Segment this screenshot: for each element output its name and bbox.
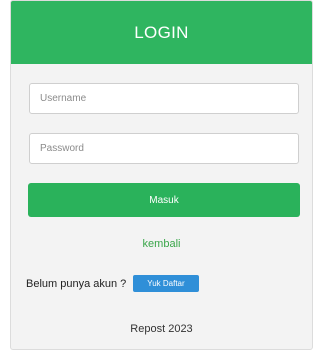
signup-button[interactable]: Yuk Daftar (133, 275, 199, 292)
login-submit-button[interactable]: Masuk (28, 183, 300, 217)
login-card: LOGIN Masuk kembali Belum punya akun ? Y… (10, 0, 313, 350)
back-link[interactable]: kembali (11, 238, 312, 250)
username-input[interactable] (29, 83, 299, 114)
signup-row: Belum punya akun ? Yuk Daftar (26, 275, 199, 292)
password-input[interactable] (29, 133, 299, 164)
signup-prompt: Belum punya akun ? (26, 277, 127, 290)
login-header: LOGIN (11, 1, 312, 64)
login-title: LOGIN (134, 22, 189, 42)
footer-text: Repost 2023 (130, 323, 193, 335)
